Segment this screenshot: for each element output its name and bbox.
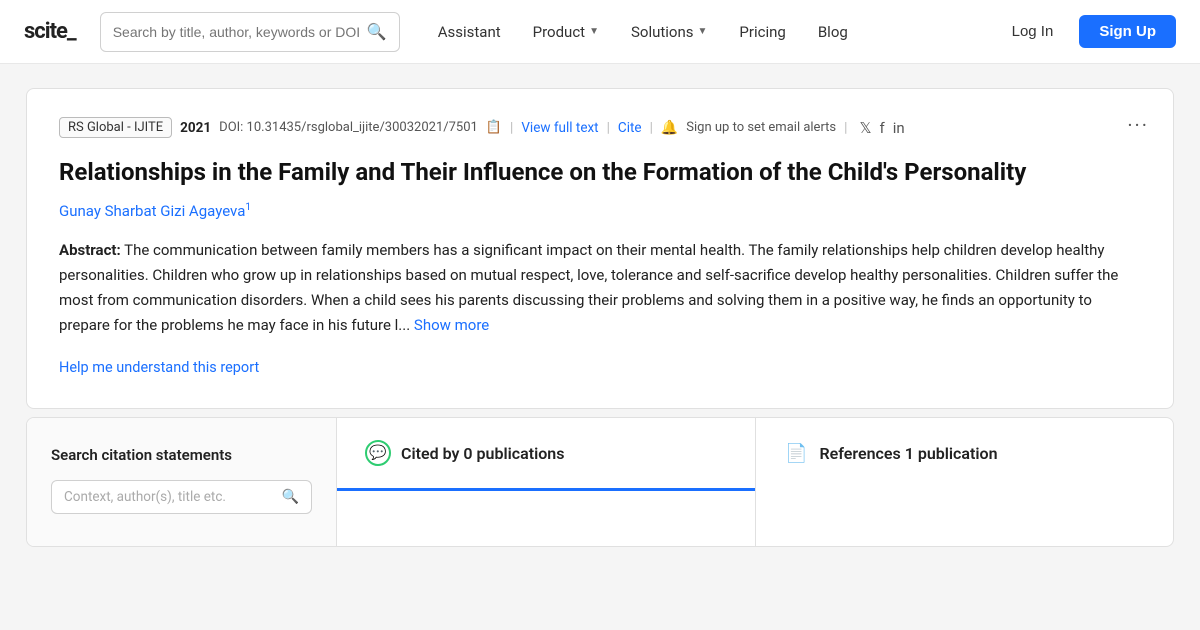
cited-by-panel: 💬 Cited by 0 publications	[337, 418, 756, 546]
show-more-link[interactable]: Show more	[414, 316, 489, 334]
references-icon: 📄	[784, 440, 810, 466]
author-superscript: 1	[245, 202, 251, 213]
linkedin-icon[interactable]: in	[893, 119, 905, 137]
nav-item-solutions[interactable]: Solutions ▼	[617, 15, 721, 49]
separator-3: |	[650, 120, 653, 136]
article-meta: RS Global - IJITE 2021 DOI: 10.31435/rsg…	[59, 117, 1141, 138]
bottom-panels: Search citation statements Context, auth…	[26, 417, 1174, 547]
article-title: Relationships in the Family and Their In…	[59, 156, 1141, 188]
search-input[interactable]	[113, 24, 361, 40]
solutions-chevron-icon: ▼	[698, 26, 708, 37]
search-icon: 🔍	[367, 22, 387, 41]
nav-links: Assistant Product ▼ Solutions ▼ Pricing …	[424, 15, 986, 49]
abstract-content: The communication between family members…	[59, 241, 1118, 333]
global-search-box[interactable]: 🔍	[100, 12, 400, 52]
cite-link[interactable]: Cite	[618, 120, 642, 136]
separator-2: |	[607, 120, 610, 136]
article-year: 2021	[180, 120, 211, 136]
cited-by-tab[interactable]: 💬 Cited by 0 publications	[337, 418, 755, 491]
nav-item-blog[interactable]: Blog	[804, 15, 862, 49]
nav-item-product[interactable]: Product ▼	[519, 15, 613, 49]
nav-item-assistant[interactable]: Assistant	[424, 15, 515, 49]
citation-search-title: Search citation statements	[51, 446, 312, 464]
citation-search-icon: 🔍	[282, 489, 299, 505]
signup-button[interactable]: Sign Up	[1079, 15, 1176, 48]
site-logo[interactable]: scite_	[24, 19, 76, 44]
publisher-badge: RS Global - IJITE	[59, 117, 172, 138]
references-label: References 1 publication	[820, 444, 998, 463]
article-doi: DOI: 10.31435/rsglobal_ijite/30032021/75…	[219, 120, 478, 135]
logo-text: scite	[24, 19, 67, 44]
bell-icon: 🔔	[661, 120, 678, 136]
cited-by-label: Cited by 0 publications	[401, 444, 564, 463]
references-panel: 📄 References 1 publication	[756, 418, 1174, 546]
more-options-button[interactable]: ···	[1127, 113, 1149, 137]
citation-search-panel: Search citation statements Context, auth…	[27, 418, 337, 546]
abstract-label: Abstract:	[59, 241, 121, 259]
separator-1: |	[510, 120, 513, 136]
login-button[interactable]: Log In	[994, 15, 1072, 48]
separator-4: |	[844, 120, 847, 136]
logo-underscore: _	[67, 19, 76, 44]
alert-text: Sign up to set email alerts	[686, 120, 836, 135]
article-authors[interactable]: Gunay Sharbat Gizi Agayeva1	[59, 202, 1141, 220]
citation-search-placeholder: Context, author(s), title etc.	[64, 489, 274, 505]
view-full-text-link[interactable]: View full text	[521, 120, 598, 136]
facebook-icon[interactable]: f	[880, 119, 885, 137]
citation-search-input[interactable]: Context, author(s), title etc. 🔍	[51, 480, 312, 514]
product-chevron-icon: ▼	[589, 26, 599, 37]
nav-item-pricing[interactable]: Pricing	[725, 15, 799, 49]
references-tab[interactable]: 📄 References 1 publication	[756, 418, 1174, 488]
cited-by-icon: 💬	[365, 440, 391, 466]
nav-auth: Log In Sign Up	[994, 15, 1176, 48]
twitter-icon[interactable]: 𝕏	[859, 119, 871, 137]
copy-doi-icon[interactable]: 📋	[486, 120, 502, 135]
help-understand-link[interactable]: Help me understand this report	[59, 359, 259, 376]
main-content: ··· RS Global - IJITE 2021 DOI: 10.31435…	[10, 88, 1190, 547]
social-links: 𝕏 f in	[859, 119, 904, 137]
abstract: Abstract: The communication between fami…	[59, 238, 1141, 337]
navigation: scite_ 🔍 Assistant Product ▼ Solutions ▼…	[0, 0, 1200, 64]
article-card: ··· RS Global - IJITE 2021 DOI: 10.31435…	[26, 88, 1174, 409]
